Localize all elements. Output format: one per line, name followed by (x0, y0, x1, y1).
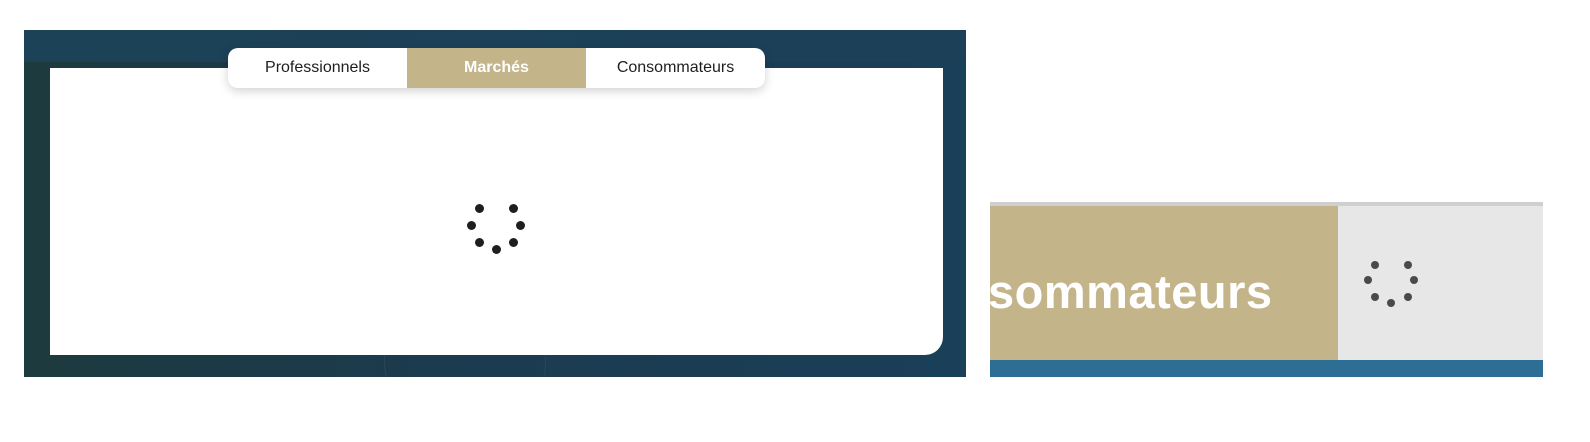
tab-professionnels[interactable]: Professionnels (228, 48, 407, 88)
tab-marches[interactable]: Marchés (407, 48, 586, 88)
zoomed-detail: sommateurs (990, 202, 1543, 377)
zoom-bottom-bar (990, 360, 1543, 377)
zoom-loading-spinner-icon (1358, 256, 1428, 326)
zoom-tab-label: sommateurs (990, 265, 1273, 318)
tab-consommateurs[interactable]: Consommateurs (586, 48, 765, 88)
zoom-tab-consommateurs[interactable]: sommateurs (990, 206, 1338, 360)
tab-bar: Professionnels Marchés Consommateurs (228, 48, 765, 88)
loading-spinner-icon (461, 198, 531, 268)
